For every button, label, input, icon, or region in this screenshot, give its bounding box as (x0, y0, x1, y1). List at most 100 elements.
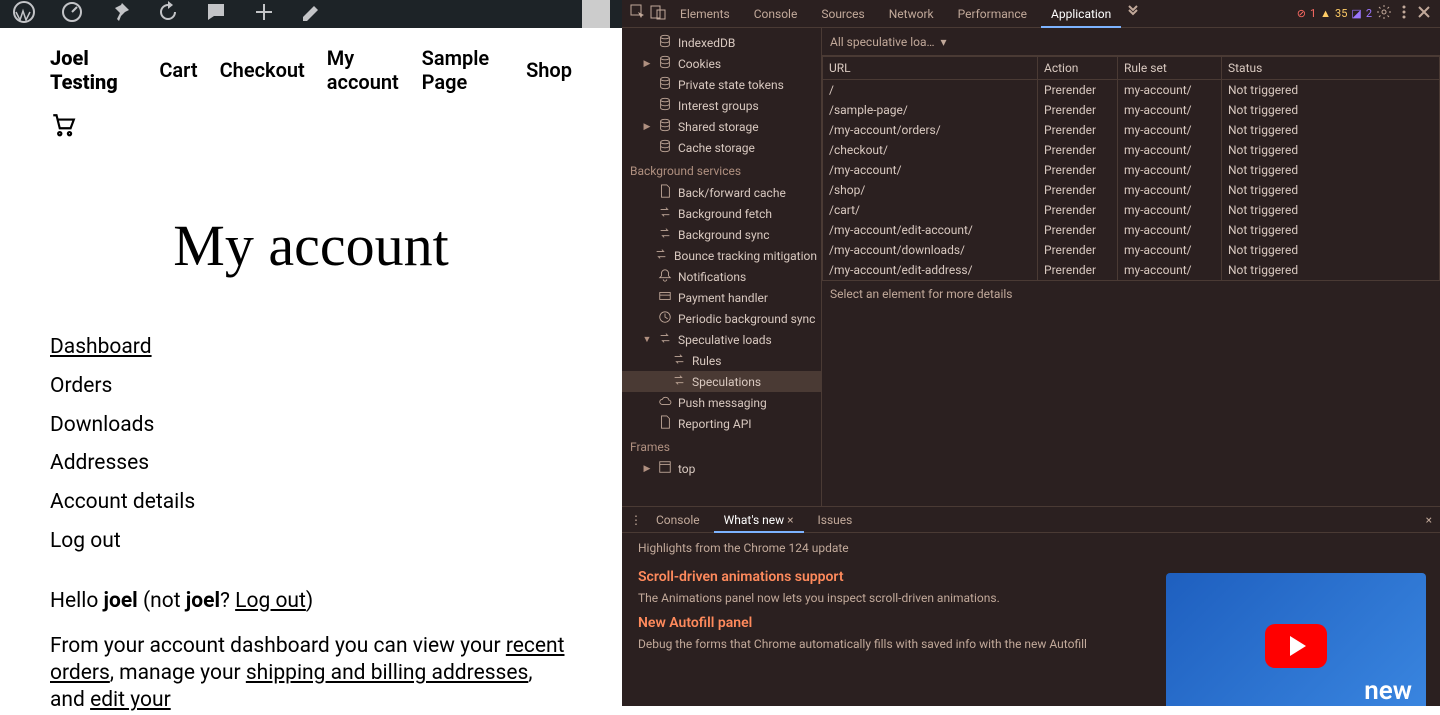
plus-icon[interactable] (252, 0, 276, 28)
tab-elements[interactable]: Elements (670, 0, 740, 28)
db-icon (658, 118, 672, 135)
warnings-badge[interactable]: ▲ 35 (1320, 7, 1347, 20)
table-row[interactable]: /my-account/Prerendermy-account/Not trig… (823, 160, 1440, 180)
tree-rules[interactable]: Rules (622, 350, 821, 371)
site-header: Joel Testing Cart Checkout My account Sa… (0, 28, 622, 94)
close-icon[interactable] (1416, 4, 1432, 23)
table-row[interactable]: /my-account/edit-account/Prerendermy-acc… (823, 220, 1440, 240)
tree-speculative-loads[interactable]: ▼Speculative loads (622, 329, 821, 350)
pin-icon[interactable] (108, 0, 132, 28)
greet-text: Hello (50, 589, 104, 613)
cloud-icon (658, 394, 672, 411)
detail-prompt: Select an element for more details (822, 280, 1440, 506)
comment-icon[interactable] (204, 0, 228, 28)
acct-nav-downloads[interactable]: Downloads (50, 413, 154, 437)
table-row[interactable]: /sample-page/Prerendermy-account/Not tri… (823, 100, 1440, 120)
tree-reporting-api[interactable]: Reporting API (622, 413, 821, 434)
table-row[interactable]: /cart/Prerendermy-account/Not triggered (823, 200, 1440, 220)
errors-badge[interactable]: ⊘ 1 (1297, 7, 1316, 20)
tree-push-messaging[interactable]: Push messaging (622, 392, 821, 413)
news-video-thumbnail[interactable]: new (1166, 573, 1426, 706)
device-toggle-icon[interactable] (650, 4, 666, 23)
tree-back-forward-cache[interactable]: Back/forward cache (622, 182, 821, 203)
inspect-icon[interactable] (630, 4, 646, 23)
tree-speculations[interactable]: Speculations (622, 371, 821, 392)
filter-dropdown[interactable]: All speculative loa… ▾ (830, 35, 947, 49)
drawer-tab-console[interactable]: Console (646, 507, 710, 533)
clock-icon (658, 310, 672, 327)
tab-application[interactable]: Application (1041, 0, 1121, 28)
tree-cookies[interactable]: ▶Cookies (622, 53, 821, 74)
drawer-tab-issues[interactable]: Issues (808, 507, 863, 533)
tab-network[interactable]: Network (879, 0, 944, 28)
table-row[interactable]: /my-account/orders/Prerendermy-account/N… (823, 120, 1440, 140)
speedometer-icon[interactable] (60, 0, 84, 28)
tree-interest-groups[interactable]: Interest groups (622, 95, 821, 116)
acct-nav-logout[interactable]: Log out (50, 529, 121, 553)
bell-icon (658, 268, 672, 285)
page-icon (658, 184, 672, 201)
acct-nav-account-details[interactable]: Account details (50, 490, 195, 514)
th-status[interactable]: Status (1222, 57, 1440, 80)
db-icon (658, 76, 672, 93)
edit-icon[interactable] (300, 0, 324, 28)
refresh-icon[interactable] (156, 0, 180, 28)
table-row[interactable]: /my-account/downloads/Prerendermy-accoun… (823, 240, 1440, 260)
drawer-close-icon[interactable]: × (1426, 513, 1432, 527)
tree-cache-storage[interactable]: Cache storage (622, 137, 821, 158)
drawer-kebab-icon[interactable]: ⋮ (630, 513, 642, 527)
table-row[interactable]: /checkout/Prerendermy-account/Not trigge… (823, 140, 1440, 160)
th-url[interactable]: URL (823, 57, 1038, 80)
wp-logo-icon[interactable] (12, 0, 36, 28)
tree-shared-storage[interactable]: ▶Shared storage (622, 116, 821, 137)
arrows-icon (654, 247, 668, 264)
tab-performance[interactable]: Performance (948, 0, 1037, 28)
greet-user: joel (104, 589, 138, 613)
nav-shop[interactable]: Shop (526, 58, 572, 82)
kebab-icon[interactable] (1396, 4, 1412, 23)
tree-private-state-tokens[interactable]: Private state tokens (622, 74, 821, 95)
filter-bar: All speculative loa… ▾ (822, 28, 1440, 56)
th-rule-set[interactable]: Rule set (1118, 57, 1222, 80)
nav-cart[interactable]: Cart (159, 58, 197, 82)
drawer-tab-close-icon[interactable]: × (787, 513, 793, 527)
acct-nav-addresses[interactable]: Addresses (50, 451, 149, 475)
tab-sources[interactable]: Sources (811, 0, 874, 28)
greet-logout-link[interactable]: Log out (235, 589, 306, 613)
site-title[interactable]: Joel Testing (50, 46, 127, 94)
tree-background-sync[interactable]: Background sync (622, 224, 821, 245)
tree-notifications[interactable]: Notifications (622, 266, 821, 287)
user-avatar[interactable] (582, 0, 610, 28)
db-icon (658, 34, 672, 51)
acct-nav-orders[interactable]: Orders (50, 374, 112, 398)
th-action[interactable]: Action (1038, 57, 1118, 80)
page-main: My account Dashboard Orders Downloads Ad… (0, 142, 622, 715)
table-row[interactable]: /my-account/edit-address/Prerendermy-acc… (823, 260, 1440, 280)
tree-heading-frames: Frames (622, 434, 821, 458)
tree-background-fetch[interactable]: Background fetch (622, 203, 821, 224)
wordpress-page: Joel Testing Cart Checkout My account Sa… (0, 0, 622, 706)
play-icon (1265, 624, 1327, 668)
nav-checkout[interactable]: Checkout (220, 58, 305, 82)
nav-my-account[interactable]: My account (327, 46, 400, 94)
drawer-tab-whats-new[interactable]: What's new × (714, 507, 804, 533)
account-body: Hello joel (not joel? Log out) From your… (50, 588, 572, 715)
table-row[interactable]: /shop/Prerendermy-account/Not triggered (823, 180, 1440, 200)
tab-console[interactable]: Console (744, 0, 808, 28)
tree-indexeddb[interactable]: IndexedDB (622, 32, 821, 53)
issues-badge[interactable]: ◪ 2 (1351, 7, 1372, 20)
arrows-icon (658, 331, 672, 348)
tree-top[interactable]: ▶top (622, 458, 821, 479)
edit-link[interactable]: edit your (90, 688, 171, 712)
more-tabs-icon[interactable] (1125, 4, 1141, 23)
tree-periodic-background-sync[interactable]: Periodic background sync (622, 308, 821, 329)
table-row[interactable]: /Prerendermy-account/Not triggered (823, 80, 1440, 101)
cart-icon[interactable] (50, 123, 76, 142)
tree-payment-handler[interactable]: Payment handler (622, 287, 821, 308)
settings-icon[interactable] (1376, 4, 1392, 23)
nav-sample-page[interactable]: Sample Page (422, 46, 504, 94)
tree-bounce-tracking-mitigation[interactable]: Bounce tracking mitigation (622, 245, 821, 266)
acct-nav-dashboard[interactable]: Dashboard (50, 335, 152, 359)
application-detail: All speculative loa… ▾ URL Action Rule s… (822, 28, 1440, 506)
addresses-link[interactable]: shipping and billing addresses (246, 661, 529, 685)
